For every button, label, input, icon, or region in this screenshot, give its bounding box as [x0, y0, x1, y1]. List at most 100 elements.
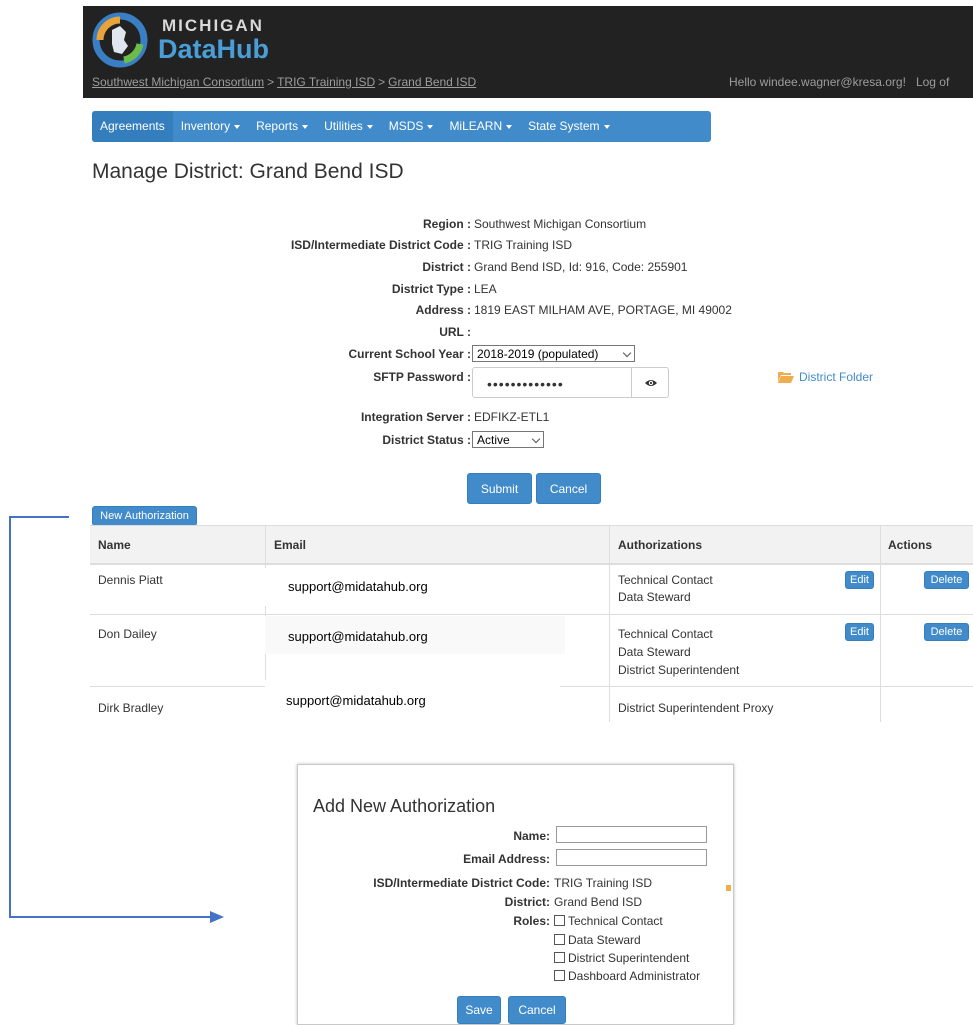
row-auth: Technical Contact — [618, 627, 713, 641]
delete-button[interactable]: Delete — [924, 571, 969, 589]
nav-state-system[interactable]: State System — [520, 111, 617, 142]
school-year-select[interactable]: 2018-2019 (populated) — [472, 345, 635, 362]
column-header-actions: Actions — [888, 538, 933, 552]
email-input[interactable] — [556, 849, 707, 866]
logo-datahub-text: DataHub — [158, 34, 270, 64]
submit-button[interactable]: Submit — [467, 473, 532, 504]
nav-msds[interactable]: MSDS — [381, 111, 442, 142]
modal-roles-label: Roles: — [513, 914, 550, 928]
edit-button[interactable]: Edit — [845, 623, 874, 641]
nav-milearn[interactable]: MiLEARN — [441, 111, 520, 142]
caret-down-icon — [427, 124, 434, 129]
breadcrumb-separator: > — [378, 75, 386, 89]
chevron-down-icon — [531, 434, 541, 444]
row-auth: District Superintendent — [618, 663, 740, 677]
checkbox-unchecked-icon[interactable] — [554, 915, 565, 926]
nav-msds-label: MSDS — [388, 119, 424, 133]
address-value: 1819 EAST MILHAM AVE, PORTAGE, MI 49002 — [474, 303, 732, 317]
column-header-email: Email — [274, 538, 307, 552]
checkbox-unchecked-icon[interactable] — [554, 934, 565, 945]
nav-agreements[interactable]: Agreements — [92, 111, 173, 142]
nav-inventory[interactable]: Inventory — [173, 111, 248, 142]
cancel-button[interactable]: Cancel — [536, 473, 601, 504]
nav-milearn-label: MiLEARN — [449, 119, 503, 133]
greeting-text[interactable]: Hello windee.wagner@kresa.org! — [729, 75, 906, 89]
role-label: District Superintendent — [568, 951, 690, 965]
row-email: support@midatahub.org — [265, 616, 565, 654]
breadcrumb-separator: > — [267, 75, 275, 89]
sftp-password-field[interactable]: ••••••••••••• — [472, 367, 632, 398]
row-email: support@midatahub.org — [265, 568, 565, 606]
region-value: Southwest Michigan Consortium — [474, 217, 647, 231]
role-label: Dashboard Administrator — [568, 969, 701, 983]
role-label: Data Steward — [568, 933, 641, 947]
show-password-button[interactable] — [631, 367, 669, 398]
arrow-segment — [9, 916, 211, 918]
nav-state-system-label: State System — [528, 119, 600, 133]
district-folder-link[interactable]: District Folder — [778, 370, 873, 384]
nav-reports[interactable]: Reports — [248, 111, 316, 142]
name-input[interactable] — [556, 826, 707, 843]
eye-icon — [645, 380, 657, 386]
district-folder-label: District Folder — [799, 370, 874, 384]
folder-open-icon — [778, 372, 794, 383]
row-auth: Data Steward — [618, 590, 691, 604]
add-authorization-modal: Add New Authorization Name: Email Addres… — [297, 764, 734, 1025]
page-title: Manage District: Grand Bend ISD — [92, 160, 404, 183]
arrow-segment — [9, 516, 11, 918]
edit-button[interactable]: Edit — [845, 571, 874, 589]
row-name: Dirk Bradley — [98, 701, 164, 715]
nav-utilities[interactable]: Utilities — [316, 111, 381, 142]
michigan-logo-icon — [92, 12, 148, 68]
role-dashboard-administrator[interactable]: Dashboard Administrator — [554, 969, 700, 983]
breadcrumb-consortium[interactable]: Southwest Michigan Consortium — [92, 75, 264, 89]
new-authorization-button[interactable]: New Authorization — [92, 506, 197, 526]
main-nav: Agreements Inventory Reports Utilities M… — [92, 111, 711, 142]
address-label: Address : — [415, 303, 471, 317]
row-name: Don Dailey — [98, 627, 157, 641]
district-type-label: District Type : — [391, 282, 471, 296]
modal-name-label: Name: — [513, 829, 550, 843]
delete-button[interactable]: Delete — [924, 623, 969, 641]
modal-cancel-button[interactable]: Cancel — [508, 996, 566, 1024]
role-label: Technical Contact — [568, 914, 663, 928]
save-button[interactable]: Save — [457, 996, 501, 1024]
role-data-steward[interactable]: Data Steward — [554, 933, 641, 947]
role-district-superintendent[interactable]: District Superintendent — [554, 951, 689, 965]
michigan-datahub-logo[interactable]: MICHIGAN DataHub — [90, 10, 290, 68]
background-folder-icon-fragment — [726, 885, 731, 891]
nav-inventory-label: Inventory — [180, 119, 231, 133]
user-greeting: Hello windee.wagner@kresa.org! Log of — [729, 75, 949, 89]
school-year-value: 2018-2019 (populated) — [477, 347, 599, 361]
caret-down-icon — [302, 124, 309, 129]
integration-server-label: Integration Server : — [360, 410, 471, 424]
school-year-label: Current School Year : — [348, 347, 471, 361]
row-auth: Data Steward — [618, 645, 691, 659]
sftp-label: SFTP Password : — [373, 370, 471, 384]
role-technical-contact[interactable]: Technical Contact — [554, 914, 663, 928]
column-header-name: Name — [98, 538, 131, 552]
row-auth: Technical Contact — [618, 573, 713, 587]
modal-district-value: Grand Bend ISD — [554, 895, 643, 909]
district-status-select[interactable]: Active — [472, 431, 544, 448]
modal-isd-value: TRIG Training ISD — [554, 876, 653, 890]
checkbox-unchecked-icon[interactable] — [554, 970, 565, 981]
modal-email-label: Email Address: — [463, 852, 550, 866]
chevron-down-icon — [622, 348, 632, 358]
nav-reports-label: Reports — [256, 119, 299, 133]
breadcrumb: Southwest Michigan Consortium > TRIG Train… — [92, 75, 476, 89]
caret-down-icon — [366, 124, 373, 129]
district-status-label: District Status : — [382, 433, 471, 447]
arrow-right-icon — [210, 911, 224, 923]
isd-value: TRIG Training ISD — [474, 238, 573, 252]
logoff-link[interactable]: Log of — [916, 75, 949, 89]
isd-label: ISD/Intermediate District Code : — [290, 238, 471, 252]
region-label: Region : — [423, 217, 471, 231]
top-header: MICHIGAN DataHub Southwest Michigan Cons… — [83, 6, 973, 98]
caret-down-icon — [234, 124, 241, 129]
checkbox-unchecked-icon[interactable] — [554, 952, 565, 963]
breadcrumb-isd[interactable]: TRIG Training ISD — [277, 75, 375, 89]
breadcrumb-district[interactable]: Grand Bend ISD — [388, 75, 476, 89]
sftp-password-value: ••••••••••••• — [487, 376, 564, 392]
url-label: URL : — [439, 325, 471, 339]
